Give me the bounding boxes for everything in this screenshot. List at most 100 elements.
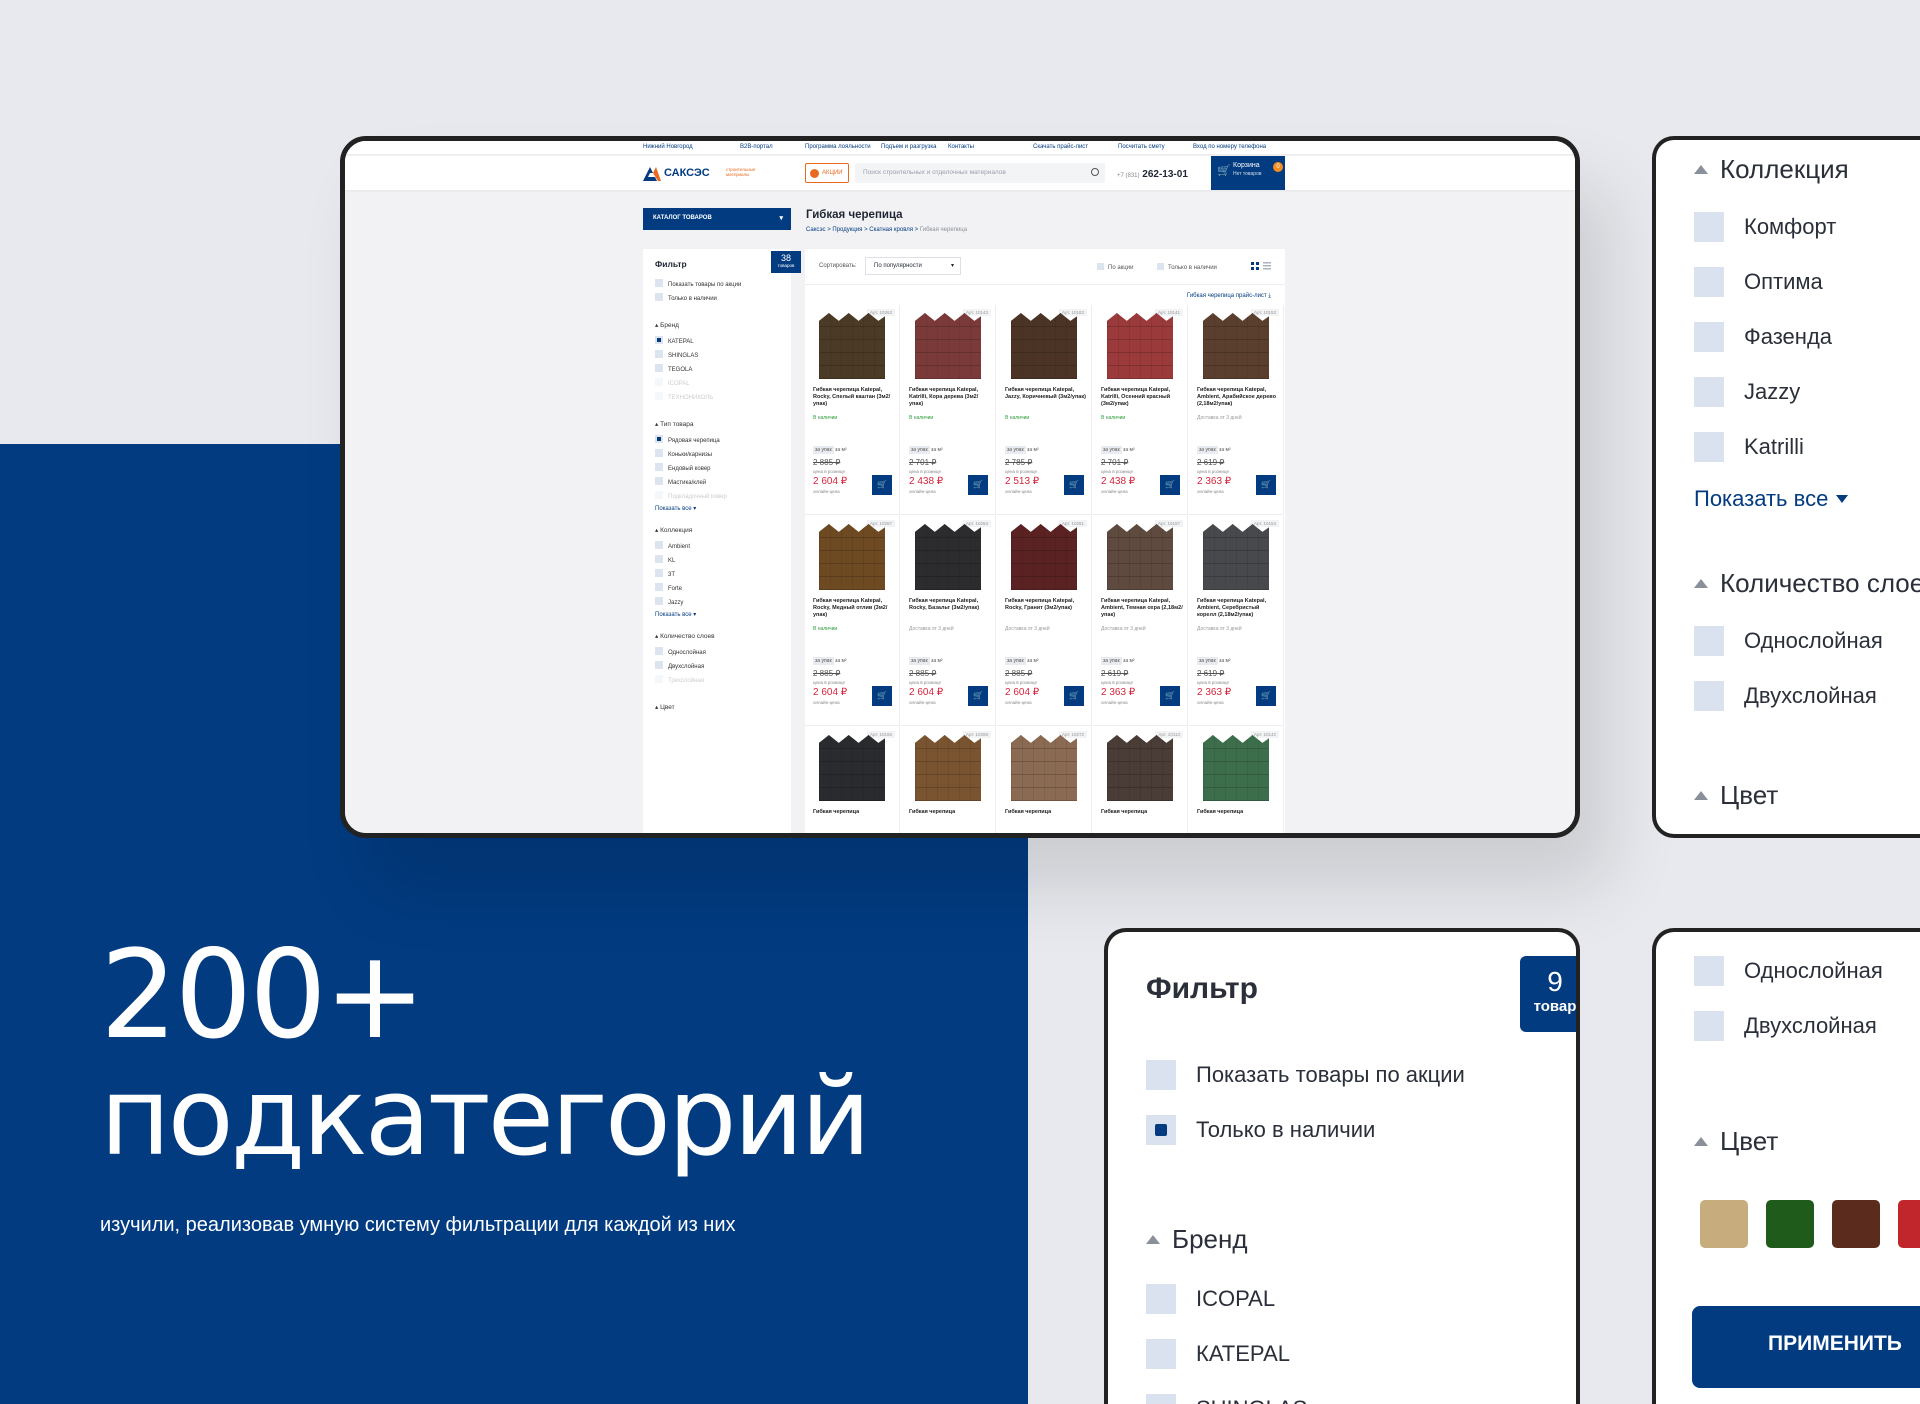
type-option[interactable]: Рядовая черепица (655, 435, 720, 444)
sort-select[interactable]: По популярности ▾ (865, 257, 961, 275)
product-name[interactable]: Гибкая черепица Katepal, Katrilli, Осенн… (1101, 387, 1183, 408)
collection-option[interactable]: 3T (655, 569, 675, 578)
apply-button[interactable]: ПРИМЕНИТЬ (1692, 1306, 1920, 1388)
product-name[interactable]: Гибкая черепица Katepal, Rocky, Спелый к… (813, 387, 895, 408)
brand-header[interactable]: Бренд (1146, 1224, 1248, 1255)
catalog-button[interactable]: КАТАЛОГ ТОВАРОВ ▾ (643, 208, 791, 230)
product-card[interactable]: Арт. 10141 Гибкая черепица Katepal, Katri… (1093, 305, 1188, 515)
product-card[interactable]: Арт. 10264 Гибкая черепица Katepal, Rocky… (901, 516, 996, 726)
layers-option[interactable]: Двухслойная (1694, 1011, 1877, 1041)
collection-option[interactable]: Фазенда (1694, 322, 1832, 352)
unit-toggle[interactable]: за упак за м² (1197, 446, 1231, 454)
add-to-cart-button[interactable]: 🛒 (1256, 686, 1276, 706)
unit-toggle[interactable]: за упак за м² (1101, 446, 1135, 454)
product-name[interactable]: Гибкая черепица Katepal, Ambient, Серебр… (1197, 598, 1279, 619)
phone-number[interactable]: +7 (831) 262-13-01 (1117, 169, 1188, 180)
add-to-cart-button[interactable]: 🛒 (1160, 686, 1180, 706)
color-header[interactable]: Цвет (1694, 1126, 1778, 1157)
product-card[interactable]: Арт. 10268 Гибкая черепица (901, 727, 996, 833)
product-image[interactable] (915, 524, 981, 590)
brand-option[interactable]: КАТЕРАL (1146, 1339, 1290, 1369)
product-card[interactable]: Арт. 10267 Гибкая черепица Katepal, Rocky… (805, 516, 900, 726)
layers-filter-header[interactable]: ▴ Количество слоев (655, 632, 715, 640)
stock-checkbox[interactable]: Только в наличии (1157, 263, 1217, 271)
breadcrumb-item[interactable]: Продукция (832, 227, 862, 233)
add-to-cart-button[interactable]: 🛒 (872, 686, 892, 706)
logo[interactable]: САКСЭС (664, 167, 710, 179)
collection-option[interactable]: Оптима (1694, 267, 1823, 297)
product-image[interactable] (1011, 524, 1077, 590)
brand-option[interactable]: ICOPAL (1146, 1284, 1275, 1314)
layers-option[interactable]: Двухслойная (1694, 681, 1877, 711)
pricelist-link[interactable]: Скачать прайс-лист (1033, 144, 1088, 150)
product-name[interactable]: Гибкая черепица Katepal, Rocky, Медный о… (813, 598, 895, 619)
product-image[interactable] (1203, 735, 1269, 801)
collection-option[interactable]: Katrilli (1694, 432, 1804, 462)
b2b-link[interactable]: B2B-портал (740, 144, 773, 150)
product-name[interactable]: Гибкая черепица Katepal, Ambient, Темная… (1101, 598, 1183, 619)
estimate-link[interactable]: Посчитать смету (1118, 144, 1165, 150)
filter-stock-checkbox[interactable]: Только в наличии (1146, 1115, 1375, 1145)
unit-toggle[interactable]: за упак за м² (909, 446, 943, 454)
add-to-cart-button[interactable]: 🛒 (968, 686, 988, 706)
unit-toggle[interactable]: за упак за м² (813, 446, 847, 454)
type-option[interactable]: Ендовый ковер (655, 463, 711, 472)
type-show-all-link[interactable]: Показать все ▾ (655, 505, 696, 512)
product-name[interactable]: Гибкая черепица Katepal, Katrilli, Кора … (909, 387, 991, 408)
type-filter-header[interactable]: ▴ Тип товара (655, 420, 693, 428)
product-card[interactable]: Арт. 10155 Гибкая черепица (805, 727, 900, 833)
add-to-cart-button[interactable]: 🛒 (1064, 686, 1084, 706)
product-name[interactable]: Гибкая черепица (909, 809, 991, 816)
collection-option[interactable]: Ambient (655, 541, 690, 550)
collection-show-all-link[interactable]: Показать все ▾ (655, 611, 696, 618)
color-swatch[interactable] (1898, 1200, 1920, 1248)
unit-toggle[interactable]: за упак за м² (813, 657, 847, 665)
layers-option[interactable]: Однослойная (655, 647, 706, 656)
product-image[interactable] (915, 313, 981, 379)
product-name[interactable]: Гибкая черепица Katepal, Rocky, Базальт … (909, 598, 991, 612)
filter-stock-checkbox[interactable]: Только в наличии (655, 293, 717, 302)
product-image[interactable] (1011, 313, 1077, 379)
product-card[interactable]: Арт. 10157 Гибкая черепица Katepal, Ambie… (1093, 516, 1188, 726)
collection-option[interactable]: KL (655, 555, 675, 564)
type-option[interactable]: Коньки/карнизы (655, 449, 712, 458)
type-option[interactable]: Подкладочный ковер (655, 491, 727, 500)
product-image[interactable] (1107, 735, 1173, 801)
color-swatch[interactable] (1766, 1200, 1814, 1248)
brand-option[interactable]: КАТЕРАL (655, 336, 694, 345)
product-image[interactable] (1203, 313, 1269, 379)
product-image[interactable] (1203, 524, 1269, 590)
product-image[interactable] (819, 524, 885, 590)
add-to-cart-button[interactable]: 🛒 (1064, 475, 1084, 495)
product-name[interactable]: Гибкая черепица Katepal, Rocky, Гранит (… (1005, 598, 1087, 612)
list-view-icon[interactable] (1263, 262, 1271, 270)
product-name[interactable]: Гибкая черепица Katepal, Jazzy, Коричнев… (1005, 387, 1087, 401)
product-card[interactable]: Арт. 10263 Гибкая черепица Katepal, Rocky… (805, 305, 900, 515)
layers-option[interactable]: Однослойная (1694, 956, 1883, 986)
product-image[interactable] (819, 735, 885, 801)
contacts-link[interactable]: Контакты (948, 144, 974, 150)
product-name[interactable]: Гибкая черепица (1101, 809, 1183, 816)
unit-toggle[interactable]: за упак за м² (1197, 657, 1231, 665)
breadcrumb-item[interactable]: Саксэс (806, 227, 826, 233)
unit-toggle[interactable]: за упак за м² (1005, 446, 1039, 454)
grid-view-icon[interactable] (1251, 262, 1259, 270)
login-link[interactable]: Вход по номеру телефона (1193, 144, 1266, 150)
collection-header[interactable]: Коллекция (1694, 154, 1849, 185)
product-name[interactable]: Гибкая черепица (813, 809, 895, 816)
product-image[interactable] (1107, 313, 1173, 379)
product-card[interactable]: Арт. 10272 Гибкая черепица (997, 727, 1092, 833)
cart-button[interactable]: 🛒 Корзина Нет товаров 0 (1211, 156, 1285, 190)
filter-promo-checkbox[interactable]: Показать товары по акции (1146, 1060, 1465, 1090)
loyalty-link[interactable]: Программа лояльности (805, 144, 871, 150)
pricelist-download-link[interactable]: Гибкая черепица прайс-лист ⤓ (1187, 293, 1271, 300)
unit-toggle[interactable]: за упак за м² (909, 657, 943, 665)
product-card[interactable]: Арт. 10154 Гибкая черепица Katepal, Ambie… (1189, 516, 1284, 726)
promo-checkbox[interactable]: По акции (1097, 263, 1133, 271)
product-card[interactable]: Арт. 10113 Гибкая черепица (1093, 727, 1188, 833)
brand-option[interactable]: ICOPAL (655, 378, 690, 387)
color-filter-header[interactable]: ▴ Цвет (655, 703, 675, 711)
product-image[interactable] (1107, 524, 1173, 590)
type-option[interactable]: Мастика/клей (655, 477, 706, 486)
collection-option[interactable]: Forte (655, 583, 682, 592)
